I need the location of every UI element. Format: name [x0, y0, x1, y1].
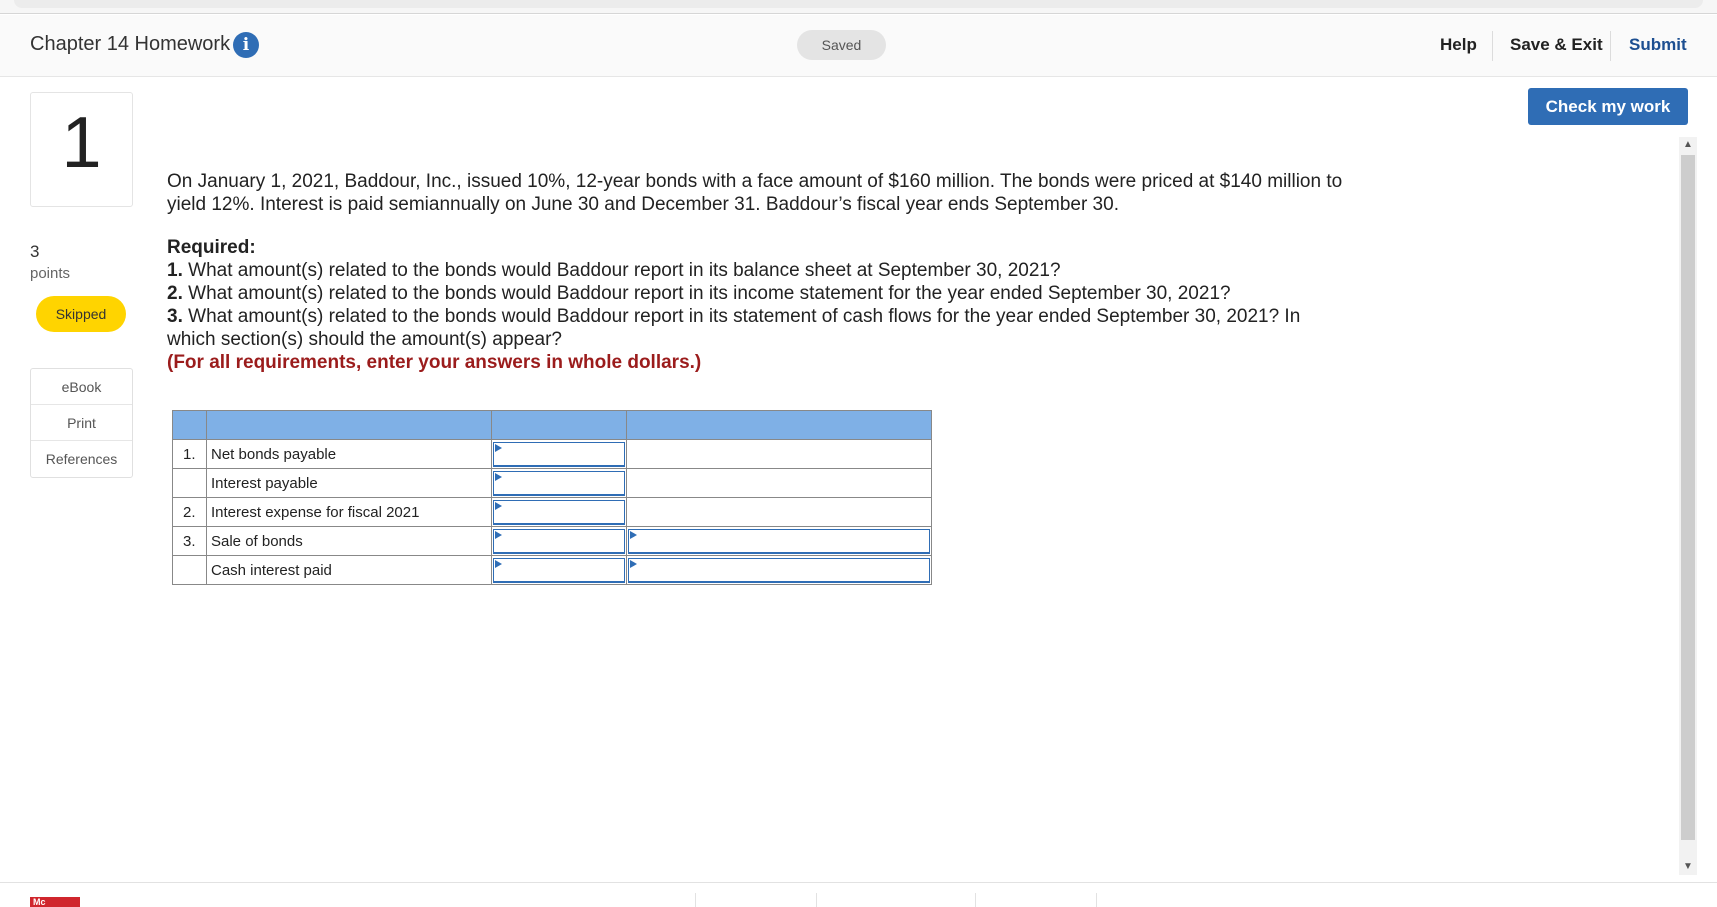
answer-instructions: (For all requirements, enter your answer… [167, 352, 702, 373]
table-row: 2. Interest expense for fiscal 2021 [172, 497, 932, 527]
vertical-scrollbar[interactable]: ▲ ▼ [1679, 137, 1697, 875]
resource-menu: eBook Print References [30, 368, 133, 478]
required-heading: Required: [167, 237, 256, 258]
input-marker-icon [495, 443, 502, 452]
print-link[interactable]: Print [31, 405, 132, 441]
question-content: On January 1, 2021, Baddour, Inc., issue… [167, 170, 1347, 374]
amount-input[interactable] [493, 499, 625, 525]
check-my-work-button[interactable]: Check my work [1528, 88, 1688, 125]
question-number: 1 [61, 103, 102, 183]
header-divider [1492, 31, 1493, 61]
input-marker-icon [495, 472, 502, 481]
amount-input[interactable] [493, 528, 625, 554]
requirement-1: 1. What amount(s) related to the bonds w… [167, 260, 1061, 281]
submit-link[interactable]: Submit [1629, 35, 1687, 55]
saved-status-badge: Saved [797, 30, 886, 60]
assignment-header: Chapter 14 Homework i Saved Help Save & … [0, 15, 1717, 77]
question-number-box: 1 [30, 92, 133, 207]
header-divider [1610, 31, 1611, 61]
answer-table: 1. Net bonds payable Interest payable 2.… [172, 410, 932, 585]
footer-divider [695, 893, 696, 907]
points-label: points [30, 265, 71, 282]
table-row: 3. Sale of bonds [172, 526, 932, 556]
section-cell [628, 500, 930, 525]
table-header-row [172, 410, 932, 440]
input-marker-icon [495, 559, 502, 568]
input-marker-icon [630, 530, 637, 539]
table-row: Cash interest paid [172, 555, 932, 585]
info-icon[interactable]: i [233, 32, 259, 58]
question-intro: On January 1, 2021, Baddour, Inc., issue… [167, 171, 1343, 215]
save-exit-link[interactable]: Save & Exit [1510, 35, 1603, 55]
help-link[interactable]: Help [1440, 35, 1477, 55]
skipped-status-badge: Skipped [36, 296, 126, 332]
input-marker-icon [630, 559, 637, 568]
section-input[interactable] [628, 528, 930, 554]
section-input[interactable] [628, 557, 930, 583]
amount-input[interactable] [493, 441, 625, 467]
input-marker-icon [495, 530, 502, 539]
requirement-2: 2. What amount(s) related to the bonds w… [167, 283, 1231, 304]
points-value: 3 [30, 242, 40, 261]
table-row: 1. Net bonds payable [172, 439, 932, 469]
footer-divider [1096, 893, 1097, 907]
input-marker-icon [495, 501, 502, 510]
section-cell [628, 471, 930, 496]
top-tab-strip [14, 0, 1703, 8]
requirement-3: 3. What amount(s) related to the bonds w… [167, 306, 1301, 350]
amount-input[interactable] [493, 470, 625, 496]
assignment-title: Chapter 14 Homework [30, 33, 231, 55]
footer-divider [816, 893, 817, 907]
amount-input[interactable] [493, 557, 625, 583]
scroll-thumb[interactable] [1681, 155, 1695, 840]
section-cell [628, 442, 930, 467]
scroll-up-icon[interactable]: ▲ [1679, 137, 1697, 153]
table-row: Interest payable [172, 468, 932, 498]
page-footer: Mc [0, 882, 1717, 907]
ebook-link[interactable]: eBook [31, 369, 132, 405]
scroll-down-icon[interactable]: ▼ [1679, 859, 1697, 875]
publisher-logo: Mc [30, 897, 80, 907]
footer-divider [975, 893, 976, 907]
references-link[interactable]: References [31, 441, 132, 477]
browser-top-strip [0, 0, 1717, 14]
